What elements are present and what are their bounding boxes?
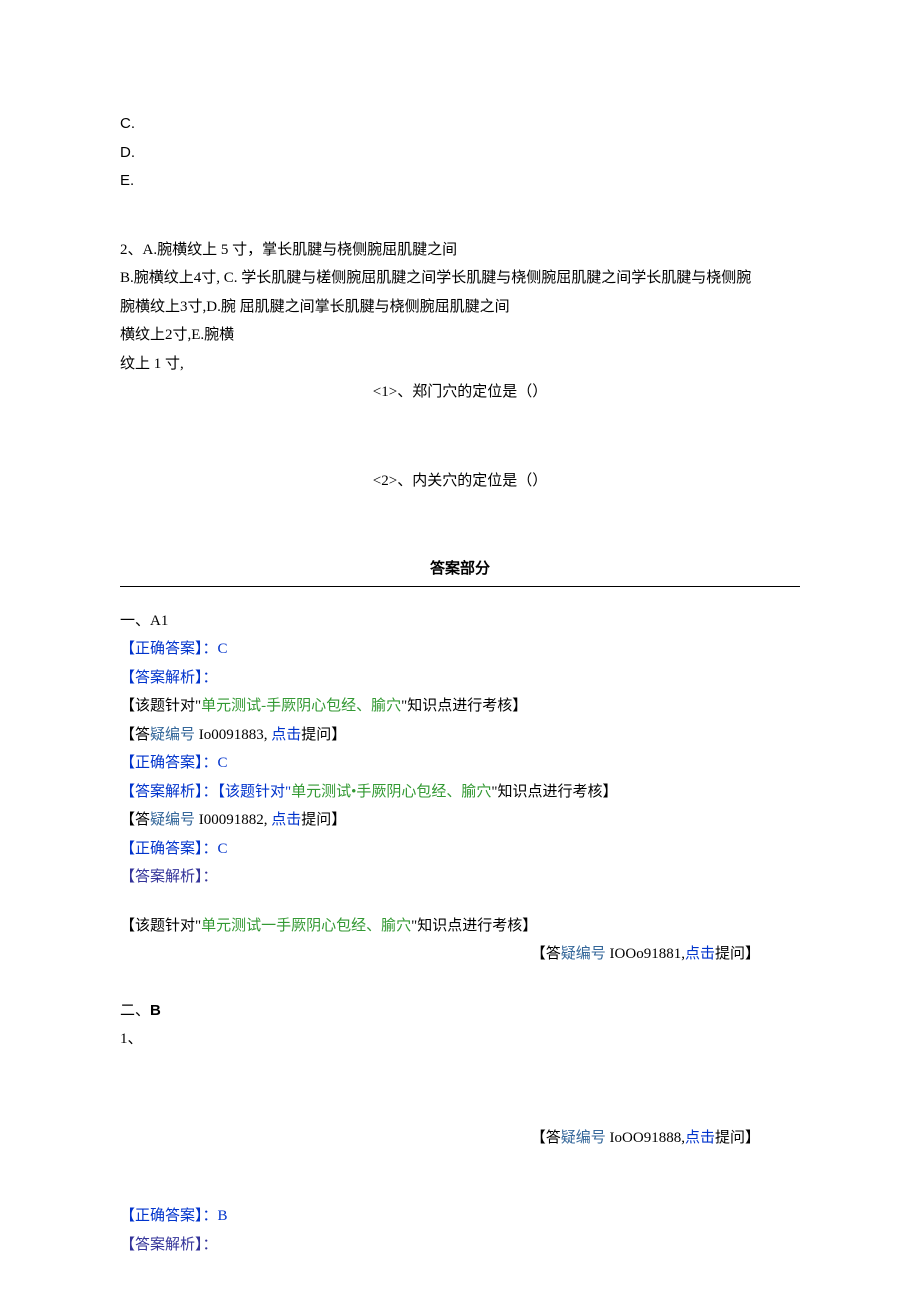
dayi4-mid: IoOO91888, [606, 1130, 685, 1146]
dayi2-suffix: 提问】 [301, 812, 346, 828]
analysis-label-1: 【答案解析】： [120, 664, 800, 693]
test1-green: 单元测试-手厥阴心包经、腧穴 [201, 698, 401, 714]
option-d: D. [120, 139, 800, 168]
test1-suffix: "知识点进行考核】 [401, 698, 527, 714]
test3-suffix: "知识点进行考核】 [411, 918, 537, 934]
section1-title: 一、A1 [120, 607, 800, 636]
dayi4-teal: 疑编号 [561, 1130, 606, 1146]
dayi1-prefix: 【答 [120, 727, 150, 743]
q2-line2: B.腕横纹上4寸, C. 学长肌腱与槎侧腕屈肌腱之间学长肌腱与桡侧腕屈肌腱之间学… [120, 264, 800, 293]
option-c: C. [120, 110, 800, 139]
q2-line3: 腕横纹上3寸,D.腕 屈肌腱之间掌长肌腱与桡侧腕屈肌腱之间 [120, 293, 800, 322]
dayi3-mid: IOOo91881, [606, 946, 685, 962]
section2-correct: 【正确答案】：B [120, 1202, 800, 1231]
analysis2-label: 【答案解析】：【该题针对" [120, 784, 291, 800]
dayi4-blue: 点击 [685, 1130, 715, 1146]
q2-sub1: <1>、郑门穴的定位是（） [120, 378, 800, 407]
dayi2-teal: 疑编号 [150, 812, 195, 828]
section2-title-letter: B [150, 1002, 161, 1019]
test1-prefix: 【该题针对" [120, 698, 201, 714]
dayi1-blue: 点击 [271, 727, 301, 743]
dayi3-teal: 疑编号 [561, 946, 606, 962]
dayi-link-3[interactable]: 【答疑编号 IOOo91881,点击提问】 [120, 940, 800, 969]
q2-sub2: <2>、内关穴的定位是（） [120, 467, 800, 496]
analysis-label-3: 【答案解析】： [120, 863, 800, 892]
answer-section-header: 答案部分 [120, 555, 800, 587]
correct-answer-1: 【正确答案】：C [120, 635, 800, 664]
dayi2-prefix: 【答 [120, 812, 150, 828]
test3-green: 单元测试一手厥阴心包经、腧穴 [201, 918, 411, 934]
test-point-3: 【该题针对"单元测试一手厥阴心包经、腧穴"知识点进行考核】 [120, 912, 800, 941]
section2-title-prefix: 二、 [120, 1003, 150, 1019]
analysis2-green: 单元测试•手厥阴心包经、腧穴 [291, 784, 491, 800]
section2-analysis-label: 【答案解析】： [120, 1231, 800, 1260]
dayi3-suffix: 提问】 [715, 946, 760, 962]
dayi4-prefix: 【答 [531, 1130, 561, 1146]
test-point-1: 【该题针对"单元测试-手厥阴心包经、腧穴"知识点进行考核】 [120, 692, 800, 721]
dayi-link-2[interactable]: 【答疑编号 I00091882, 点击提问】 [120, 806, 800, 835]
test3-prefix: 【该题针对" [120, 918, 201, 934]
q2-line5: 纹上 1 寸, [120, 350, 800, 379]
section2-title: 二、B [120, 997, 800, 1026]
dayi2-blue: 点击 [271, 812, 301, 828]
dayi4-suffix: 提问】 [715, 1130, 760, 1146]
correct-answer-3: 【正确答案】：C [120, 835, 800, 864]
q2-line4: 横纹上2寸,E.腕横 [120, 321, 800, 350]
dayi-link-4[interactable]: 【答疑编号 IoOO91888,点击提问】 [120, 1124, 800, 1153]
dayi2-mid: I00091882, [195, 812, 271, 828]
dayi1-teal: 疑编号 [150, 727, 195, 743]
correct-answer-2: 【正确答案】：C [120, 749, 800, 778]
q2-line1: 2、A.腕横纹上 5 寸，掌长肌腱与桡侧腕屈肌腱之间 [120, 236, 800, 265]
dayi-link-1[interactable]: 【答疑编号 Io0091883, 点击提问】 [120, 721, 800, 750]
dayi1-suffix: 提问】 [301, 727, 346, 743]
dayi1-mid: Io0091883, [195, 727, 271, 743]
section2-num1: 1、 [120, 1025, 800, 1054]
analysis2-suffix: "知识点进行考核】 [491, 784, 617, 800]
dayi3-prefix: 【答 [531, 946, 561, 962]
analysis-2: 【答案解析】：【该题针对"单元测试•手厥阴心包经、腧穴"知识点进行考核】 [120, 778, 800, 807]
dayi3-blue: 点击 [685, 946, 715, 962]
option-e: E. [120, 167, 800, 196]
